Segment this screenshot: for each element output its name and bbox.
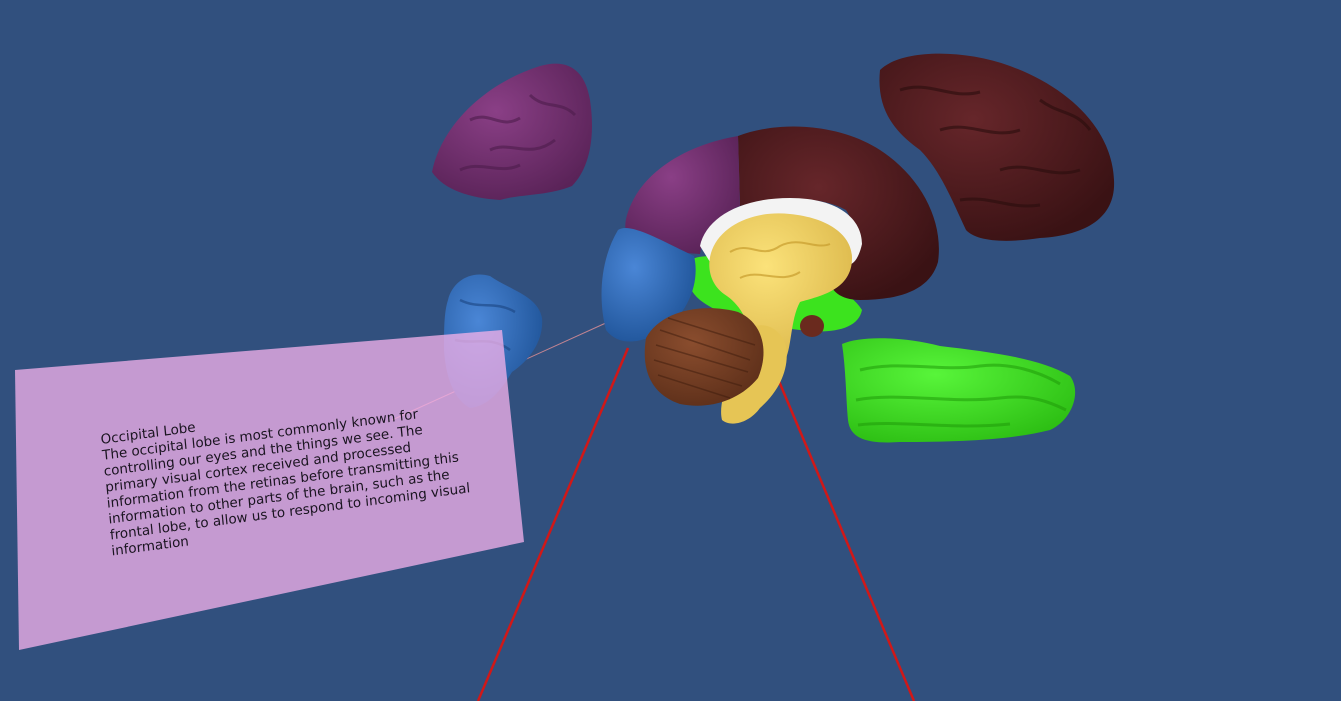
parietal-lobe-detached[interactable] [432, 63, 592, 200]
brain-3d-viewport[interactable] [0, 0, 1341, 701]
temporal-lobe-detached[interactable] [842, 338, 1076, 443]
pituitary-gland[interactable] [800, 315, 824, 337]
